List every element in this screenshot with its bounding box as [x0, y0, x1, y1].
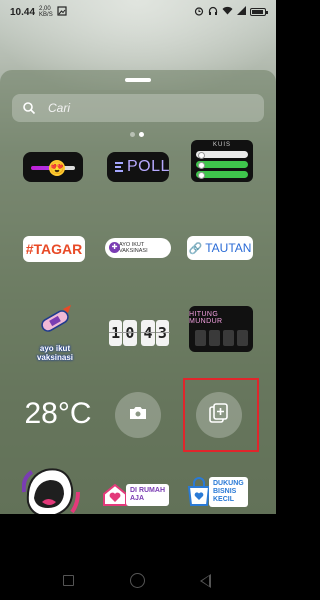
link-label: TAUTAN — [205, 241, 252, 255]
back-button[interactable] — [200, 574, 211, 588]
poll-lines-icon — [115, 162, 123, 172]
camera-icon — [128, 405, 148, 426]
hashtag-sticker[interactable]: #TAGAR — [23, 236, 85, 262]
camera-button[interactable] — [115, 392, 161, 438]
network-speed: 2,00 KB/S — [39, 6, 53, 18]
vaccine-badge-icon: ✚ — [109, 242, 120, 253]
stay-home-sticker[interactable]: DI RUMAH AJA — [102, 480, 174, 510]
alarm-icon — [194, 6, 204, 19]
page-dot-1 — [130, 132, 135, 137]
battery-icon — [250, 8, 268, 16]
emoji-slider-sticker[interactable]: 😍 — [23, 152, 83, 182]
signal-icon — [237, 6, 246, 18]
headset-icon — [208, 6, 218, 19]
support-business-label: DUKUNG BISNIS KECIL — [209, 477, 248, 507]
house-heart-icon — [102, 483, 128, 507]
page-dot-2 — [139, 132, 144, 137]
hashtag-label: #TAGAR — [25, 241, 83, 257]
countdown-boxes — [194, 330, 248, 346]
search-input[interactable] — [48, 101, 248, 115]
link-sticker[interactable]: 🔗 TAUTAN — [187, 236, 253, 260]
vaccine-pill-label: AYO IKUT VAKSINASI — [119, 242, 148, 254]
quiz-option — [196, 151, 248, 159]
search-bar[interactable] — [12, 94, 264, 122]
link-icon: 🔗 — [188, 242, 203, 255]
flip-digit: 1 — [109, 320, 124, 346]
add-sticker-icon — [208, 402, 230, 429]
page-indicator — [130, 132, 144, 137]
flip-digit: 4 — [141, 320, 156, 346]
wifi-icon — [222, 6, 233, 18]
temperature-label: 28°C — [24, 397, 92, 430]
time-flip-sticker[interactable]: 1 0 4 3 — [109, 320, 171, 346]
tray-drag-handle[interactable] — [125, 78, 151, 82]
quiz-label: KUIS — [212, 142, 231, 148]
recent-apps-button[interactable] — [63, 575, 74, 586]
add-photo-sticker-button[interactable] — [196, 392, 242, 438]
temperature-sticker[interactable]: 28°C — [22, 394, 94, 434]
vaccine-pill-sticker[interactable]: ✚ AYO IKUT VAKSINASI — [105, 238, 171, 258]
bandage-icon — [35, 304, 75, 344]
poll-sticker[interactable]: POLL — [107, 152, 169, 182]
vaccine-bandage-sticker[interactable]: ayo ikut vaksinasi — [25, 298, 85, 368]
countdown-label: HITUNG MUNDUR — [189, 311, 223, 325]
vaccine-bandage-label: ayo ikut vaksinasi — [36, 343, 74, 362]
quiz-sticker[interactable]: KUIS — [191, 140, 253, 182]
image-notification-icon — [57, 5, 67, 19]
countdown-sticker[interactable]: HITUNG MUNDUR — [189, 306, 253, 352]
heart-eyes-emoji-icon: 😍 — [49, 160, 65, 176]
status-bar: 10.44 2,00 KB/S — [0, 0, 276, 24]
flip-digit: 3 — [155, 320, 171, 346]
status-time: 10.44 — [10, 6, 36, 18]
mouth-icon — [22, 468, 80, 518]
flip-digit: 0 — [123, 320, 138, 346]
home-button[interactable] — [130, 573, 145, 588]
mouth-sticker[interactable] — [22, 462, 80, 520]
quiz-option-correct — [196, 161, 248, 169]
poll-label: POLL — [127, 158, 170, 175]
stay-home-label: DI RUMAH AJA — [126, 484, 169, 506]
quiz-option-correct — [196, 171, 248, 179]
search-icon — [22, 101, 36, 115]
support-small-business-sticker[interactable]: DUKUNG BISNIS KECIL — [186, 470, 256, 514]
